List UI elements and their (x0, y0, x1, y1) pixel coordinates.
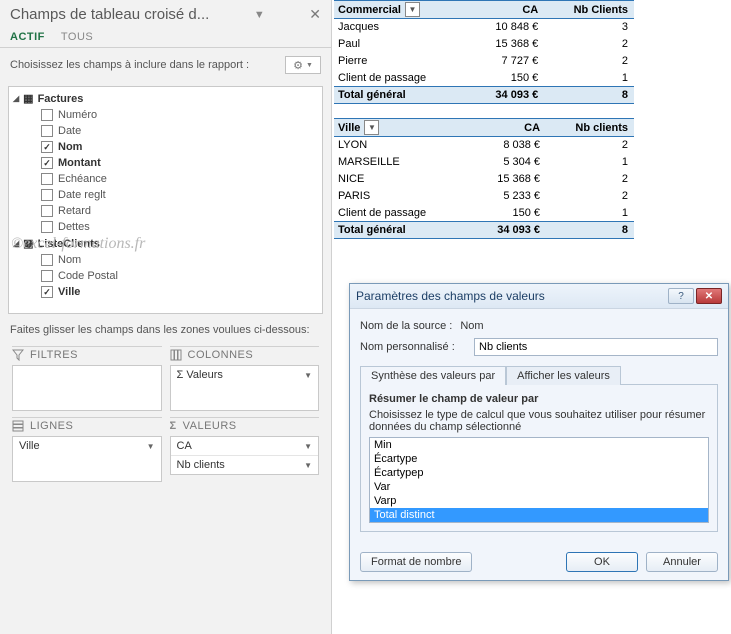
field-item[interactable]: Date reglt (13, 187, 318, 203)
pivot-table-commercial: Commercial▼CANb ClientsJacques10 848 €3P… (334, 0, 634, 104)
close-button[interactable]: ✕ (696, 288, 722, 304)
cancel-button[interactable]: Annuler (646, 552, 718, 572)
zone-item[interactable]: CA▼ (171, 437, 319, 456)
checkbox-icon: ✓ (41, 286, 53, 298)
field-item[interactable]: Code Postal (13, 268, 318, 284)
zone-columns-label: COLONNES (188, 349, 254, 361)
field-item[interactable]: Nom (13, 252, 318, 268)
field-item[interactable]: Retard (13, 203, 318, 219)
filter-icon (12, 349, 24, 361)
tab-show-values-as[interactable]: Afficher les valeurs (506, 366, 621, 385)
zone-item[interactable]: Nb clients▼ (171, 456, 319, 474)
pane-dropdown-icon[interactable]: ▼ (254, 9, 265, 21)
table-row: NICE15 368 €2 (334, 171, 634, 188)
table-row: Client de passage150 €1 (334, 205, 634, 222)
collapse-icon: ◢ (13, 94, 19, 103)
list-option[interactable]: Écartype (370, 452, 708, 466)
table-row: Pierre7 727 €2 (334, 53, 634, 70)
list-option[interactable]: Varp (370, 494, 708, 508)
table-total-row: Total général34 093 €8 (334, 222, 634, 239)
zone-item[interactable]: Σ Valeurs▼ (171, 366, 319, 384)
help-button[interactable]: ? (668, 288, 694, 304)
drag-hint: Faites glisser les champs dans les zones… (0, 314, 331, 340)
choose-fields-label: Choisissez les champs à inclure dans le … (10, 59, 249, 71)
value-field-settings-dialog: Paramètres des champs de valeurs ? ✕ Nom… (349, 283, 729, 581)
sigma-icon: Σ (170, 420, 177, 432)
field-item[interactable]: Dettes (13, 219, 318, 235)
tree-group-factures[interactable]: ◢ ▦ Factures (13, 90, 318, 107)
summarize-description: Choisissez le type de calcul que vous so… (369, 409, 709, 433)
checkbox-icon (41, 109, 53, 121)
ok-button[interactable]: OK (566, 552, 638, 572)
caret-down-icon: ▼ (304, 442, 312, 451)
caret-down-icon: ▼ (304, 461, 312, 470)
custom-name-input[interactable] (474, 338, 718, 356)
field-item[interactable]: ✓Nom (13, 139, 318, 155)
gear-button[interactable]: ⚙ ▼ (285, 56, 321, 74)
table-row: Client de passage150 €1 (334, 70, 634, 87)
checkbox-icon (41, 189, 53, 201)
close-icon[interactable]: ✕ (309, 6, 321, 23)
summarize-heading: Résumer le champ de valeur par (369, 393, 709, 405)
pivot-table-ville: Ville▼CANb clientsLYON8 038 €2MARSEILLE5… (334, 118, 634, 239)
rows-icon (12, 420, 24, 432)
list-option[interactable]: Écartypep (370, 466, 708, 480)
table-row: MARSEILLE5 304 €1 (334, 154, 634, 171)
table-row: Jacques10 848 €3 (334, 19, 634, 36)
gear-icon: ⚙ (293, 59, 303, 72)
table-total-row: Total général34 093 €8 (334, 87, 634, 104)
columns-dropzone[interactable]: Σ Valeurs▼ (170, 365, 320, 411)
columns-icon (170, 349, 182, 361)
source-name-label: Nom de la source : (360, 320, 452, 332)
checkbox-icon (41, 173, 53, 185)
list-option[interactable]: Min (370, 438, 708, 452)
checkbox-icon (41, 270, 53, 282)
checkbox-icon (41, 205, 53, 217)
filters-dropzone[interactable] (12, 365, 162, 411)
checkbox-icon: ✓ (41, 141, 53, 153)
source-name-value: Nom (460, 320, 483, 332)
checkbox-icon (41, 125, 53, 137)
custom-name-label: Nom personnalisé : (360, 341, 466, 353)
field-item[interactable]: ✓Ville (13, 284, 318, 300)
list-option[interactable]: Total distinct (370, 508, 708, 522)
values-dropzone[interactable]: CA▼ Nb clients▼ (170, 436, 320, 475)
zone-rows-label: LIGNES (30, 420, 73, 432)
table-row: Paul15 368 €2 (334, 36, 634, 53)
watermark: ©excel-formations.fr (11, 235, 145, 253)
number-format-button[interactable]: Format de nombre (360, 552, 472, 572)
rows-dropzone[interactable]: Ville▼ (12, 436, 162, 482)
field-tree[interactable]: ◢ ▦ Factures NuméroDate✓Nom✓MontantEchéa… (8, 86, 323, 314)
table-row: PARIS5 233 €2 (334, 188, 634, 205)
zone-item[interactable]: Ville▼ (13, 437, 161, 455)
tab-active[interactable]: ACTIF (10, 27, 45, 47)
field-item[interactable]: ✓Montant (13, 155, 318, 171)
field-item[interactable]: Echéance (13, 171, 318, 187)
list-option[interactable]: Var (370, 480, 708, 494)
caret-down-icon: ▼ (304, 371, 312, 380)
zone-values-label: VALEURS (183, 420, 237, 432)
filter-dropdown-button[interactable]: ▼ (364, 120, 379, 135)
zone-filters-label: FILTRES (30, 349, 78, 361)
filter-dropdown-button[interactable]: ▼ (405, 2, 420, 17)
table-row: LYON8 038 €2 (334, 137, 634, 154)
caret-down-icon: ▼ (306, 62, 313, 69)
table-icon: ▦ (23, 92, 33, 105)
field-item[interactable]: Numéro (13, 107, 318, 123)
tab-all[interactable]: TOUS (61, 27, 93, 47)
dialog-title: Paramètres des champs de valeurs (356, 289, 545, 303)
caret-down-icon: ▼ (147, 442, 155, 451)
checkbox-icon (41, 254, 53, 266)
field-item[interactable]: Date (13, 123, 318, 139)
checkbox-icon (41, 221, 53, 233)
pivot-field-list-pane: Champs de tableau croisé d... ▼ ✕ ACTIF … (0, 0, 332, 634)
checkbox-icon: ✓ (41, 157, 53, 169)
pane-title: Champs de tableau croisé d... (10, 6, 209, 23)
tab-summarize-by[interactable]: Synthèse des valeurs par (360, 366, 506, 385)
calculation-listbox[interactable]: MinÉcartypeÉcartypepVarVarpTotal distinc… (369, 437, 709, 523)
